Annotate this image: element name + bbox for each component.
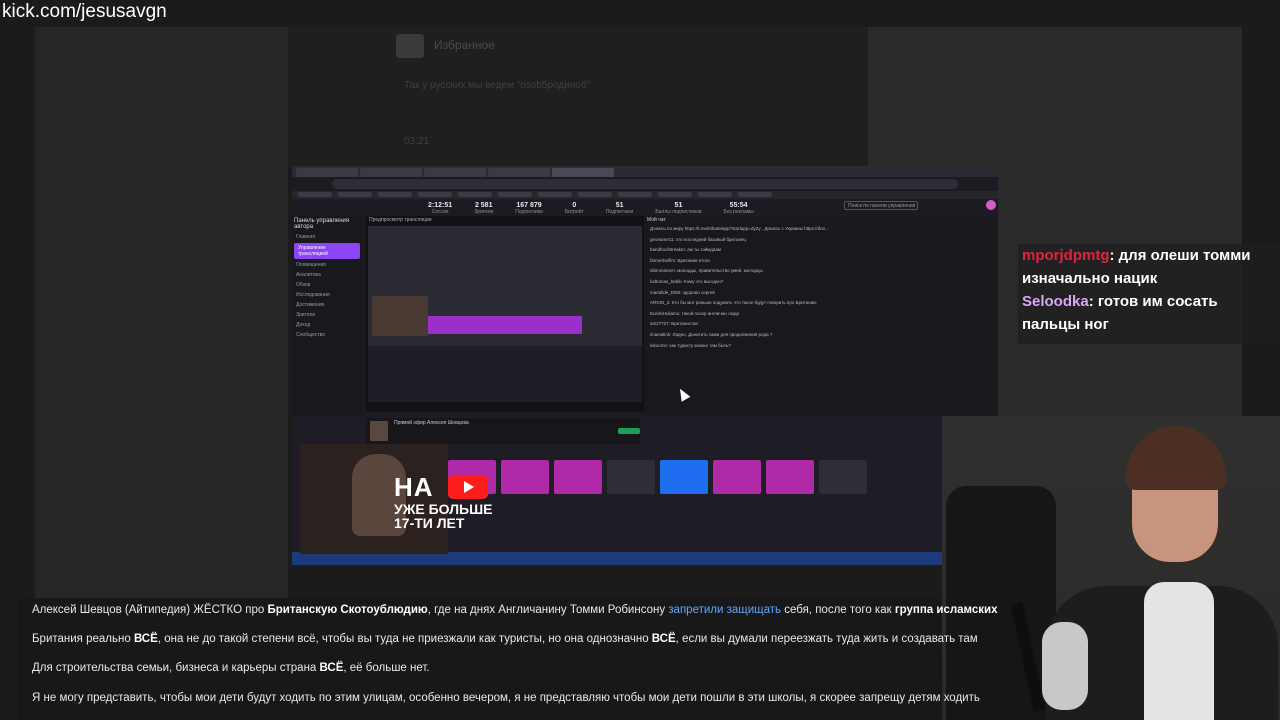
tile-highlight <box>501 460 549 494</box>
browser-address-bar <box>332 179 958 189</box>
microphone-icon <box>1042 622 1088 710</box>
sidebar-item: Сообщество <box>296 332 326 338</box>
left-blur-panel <box>35 27 288 600</box>
stat-viewers: 2 581 Зрители <box>474 201 494 215</box>
dashboard-sidebar: Панель управления автора Главная Управле… <box>292 216 362 416</box>
youtube-play-icon <box>448 475 488 499</box>
sidebar-item: Доход <box>296 322 311 328</box>
stat-session: 2:12:51 Сессия <box>428 201 453 215</box>
browser-tab <box>488 168 550 177</box>
stat-followers: 167 879 Подписчики <box>515 201 543 215</box>
tile-disabled <box>607 460 655 494</box>
sidebar-item: Исследования <box>296 292 330 298</box>
dashboard-chat: Мой чат Донаты по миру https://t.me/trib… <box>644 216 998 416</box>
chat-title: Мой чат <box>647 217 666 223</box>
overlay-chat-message: mporjdpmtg: для олеши томми изначально н… <box>1018 244 1280 290</box>
article-paragraph: Британия реально ВСЁ, она не до такой ст… <box>32 633 978 645</box>
chat-message: Донаты по миру https://t.me/tribute/app?… <box>650 226 829 231</box>
stat-bitrate: 0 Битрейт <box>564 201 584 215</box>
chat-message: imaeialink: Ладно, Донатить сами для про… <box>650 331 773 337</box>
sidebar-item: Достижения <box>296 302 325 308</box>
chat-message: farmerbelfim: Британия итоги <box>650 257 710 263</box>
live-badge <box>618 428 640 434</box>
overlay-chat-message: Seloodka: готов им сосать пальцы ног <box>1018 290 1280 336</box>
chat-message: am27727: Британистан <box>650 321 698 327</box>
chat-username: Seloodka <box>1022 293 1089 310</box>
stream-info-row: Прямой эфир Алексея Шевцова <box>366 418 640 444</box>
dashboard-avatar <box>986 200 996 210</box>
article-paragraph: Я не могу представить, чтобы мои дети бу… <box>32 692 980 704</box>
preview-label: Предпросмотр трансляции <box>369 217 432 223</box>
sidebar-item: Аналитика <box>296 272 321 278</box>
chat-message: lokoomir: как туристу можно там быть? <box>650 342 731 348</box>
browser-tab <box>424 168 486 177</box>
chat-message: ARGIN_2: Кто бы мог раньше подумать что … <box>650 300 817 306</box>
stream-overlay-chat: mporjdpmtg: для олеши томми изначально н… <box>1018 244 1280 344</box>
chat-message: geoname11: это последний базовый британе… <box>650 236 747 242</box>
background-time: 03:21 <box>404 136 430 147</box>
background-title: Избранное <box>434 38 495 52</box>
chat-message: mamtilde_DDB: здорово сергей <box>650 289 715 295</box>
tile-prediction <box>713 460 761 494</box>
embedded-dashboard-screenshot: 2:12:51 Сессия 2 581 Зрители 167 879 Подпис… <box>292 166 998 416</box>
sidebar-item: Главная <box>296 234 316 240</box>
thumbnail-caption-small: УЖЕ БОЛЬШЕ 17-ТИ ЛЕТ <box>394 501 493 531</box>
chat-message: lodtomas_bebik: Кому это выгодно? <box>650 278 724 284</box>
quick-action-tiles <box>448 460 867 494</box>
preview-video <box>368 226 642 402</box>
browser-tab <box>296 168 358 177</box>
stream-preview: Предпросмотр трансляции <box>366 216 644 412</box>
browser-tab <box>360 168 422 177</box>
preview-webcam <box>372 296 428 336</box>
article-paragraph: Алексей Шевцов (Айтипедия) ЖЁСТКО про Бр… <box>32 604 998 616</box>
article-paragraph: Для строительства семьи, бизнеса и карье… <box>32 662 430 674</box>
sidebar-item-active: Управление трансляцией <box>294 243 360 259</box>
article-link[interactable]: запретили защищать <box>668 604 781 616</box>
stream-title: Прямой эфир Алексея Шевцова <box>394 420 469 426</box>
stat-no-ads: 55:54 Без рекламы <box>723 201 754 215</box>
background-subtitle: Так у русских мы ведем "osob5родиноб" <box>404 80 591 91</box>
sidebar-item: Обзор <box>296 282 311 288</box>
dashboard-search-input: Поиск по панели управления <box>844 201 918 210</box>
browser-tab-active <box>552 168 614 177</box>
browser-tabs <box>292 166 998 177</box>
site-url: kick.com/jesusavgn <box>2 1 167 22</box>
chat-message: stbmmanem: молодцы, правительство умей, … <box>650 268 763 274</box>
tile-manage <box>766 460 814 494</box>
stat-subs: 51 Подписчики <box>605 201 634 215</box>
stat-sub-points: 51 Баллы подписчиков <box>655 201 702 215</box>
sidebar-title: Панель управления автора <box>294 218 350 230</box>
chat-username: mporjdpmtg <box>1022 247 1110 264</box>
background-post-header <box>288 27 868 167</box>
tile-add <box>819 460 867 494</box>
streamer-shirt <box>1144 582 1214 720</box>
chat-message: EurokiHuliamo: такой позор англичан люди <box>650 310 740 316</box>
streamer-webcam <box>942 416 1280 720</box>
article-body: Алексей Шевцов (Айтипедия) ЖЁСТКО про Бр… <box>18 598 998 720</box>
background-avatar <box>396 34 424 58</box>
streamer-avatar <box>370 421 388 441</box>
thumbnail-caption-big: НА <box>394 472 434 502</box>
tile-costream <box>554 460 602 494</box>
chat-message: bandhoofstreakm: аж ты гоймдаам <box>650 247 721 253</box>
preview-tiles-strip <box>428 316 582 334</box>
tile-subs-only <box>660 460 708 494</box>
bookmarks-bar <box>292 191 998 199</box>
sidebar-item: Оповещения <box>296 262 326 268</box>
sidebar-item: Зрители <box>296 312 316 318</box>
